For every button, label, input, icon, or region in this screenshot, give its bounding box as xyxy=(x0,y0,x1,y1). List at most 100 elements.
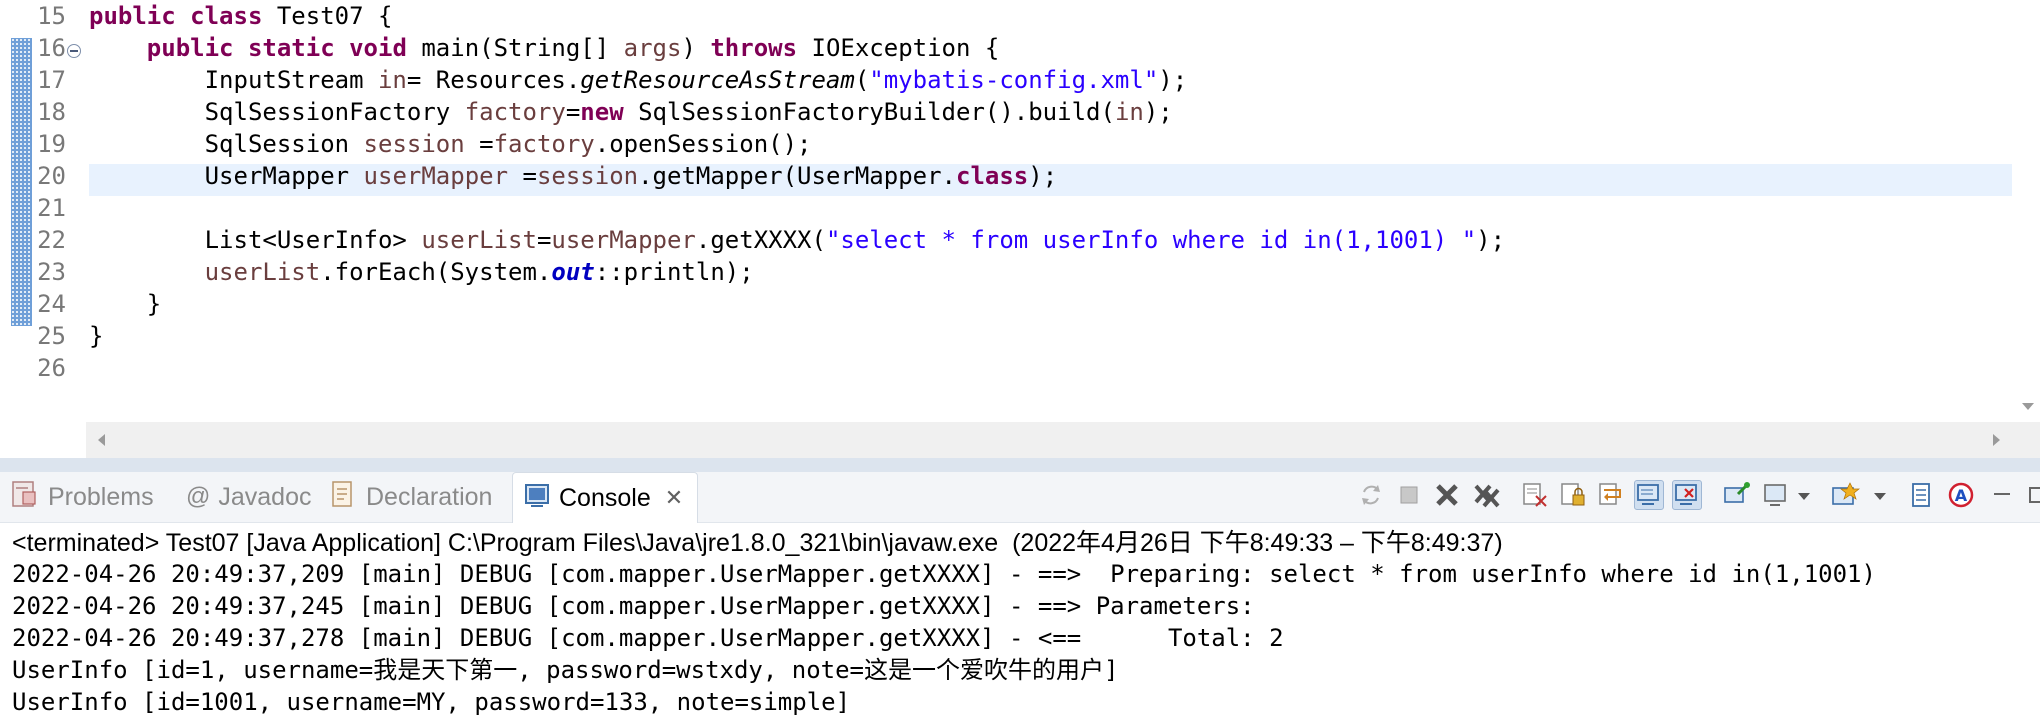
code-token: ( xyxy=(854,66,870,94)
display-console-icon[interactable] xyxy=(1762,480,1792,510)
horizontal-scrollbar[interactable] xyxy=(86,422,2014,458)
code-token: new xyxy=(580,98,624,126)
tab-javadoc-label: Javadoc xyxy=(218,482,312,511)
close-tab-icon[interactable]: ✕ xyxy=(665,485,683,511)
code-token: = xyxy=(565,98,581,126)
panel-tab-bar: Problems @ Javadoc Declaration Console ✕… xyxy=(0,472,2040,523)
show-on-stderr-icon[interactable] xyxy=(1672,480,1702,510)
panel-splitter[interactable] xyxy=(0,458,2040,472)
line-number: 22 xyxy=(37,226,66,254)
minimize-icon[interactable] xyxy=(1990,480,2014,510)
problems-icon xyxy=(10,479,40,516)
code-token: userMapper xyxy=(363,162,509,190)
scroll-right-arrow-icon[interactable] xyxy=(1993,434,2000,446)
code-token: static xyxy=(247,34,335,62)
scroll-lock-icon[interactable] xyxy=(1558,480,1588,510)
tab-declaration[interactable]: Declaration xyxy=(330,472,492,522)
open-console-icon[interactable] xyxy=(1830,480,1860,510)
line-number: 26 xyxy=(37,354,66,382)
tab-javadoc[interactable]: @ Javadoc xyxy=(186,472,312,522)
code-token: "select * from userInfo where id in(1,10… xyxy=(825,226,1477,254)
show-on-stdout-icon[interactable] xyxy=(1634,480,1664,510)
declaration-icon xyxy=(330,479,358,516)
code-line[interactable]: List<UserInfo> userList=userMapper.getXX… xyxy=(89,224,1505,256)
scrollbar-corner xyxy=(2014,422,2040,458)
code-token: class xyxy=(956,162,1029,190)
line-number: 23 xyxy=(37,258,66,286)
remove-launch-icon[interactable] xyxy=(1432,480,1462,510)
chevron-down-icon[interactable] xyxy=(1794,480,1814,510)
console-line: 2022-04-26 20:49:37,245 [main] DEBUG [co… xyxy=(12,592,1270,620)
code-token: factory xyxy=(493,130,595,158)
code-area[interactable]: public class Test07 { public static void… xyxy=(89,0,2012,422)
line-number: 20 xyxy=(37,162,66,190)
code-token: IOException { xyxy=(797,34,1000,62)
code-line[interactable]: public static void main(String[] args) t… xyxy=(89,32,1000,64)
code-line[interactable]: UserMapper userMapper =session.getMapper… xyxy=(89,160,1058,192)
bottom-panel: Problems @ Javadoc Declaration Console ✕… xyxy=(0,472,2040,728)
code-token: = xyxy=(536,226,552,254)
svg-text:A: A xyxy=(1955,486,1968,505)
code-token: ) xyxy=(681,34,711,62)
console-icon xyxy=(523,481,551,516)
code-line[interactable]: InputStream in= Resources.getResourceAsS… xyxy=(89,64,1188,96)
console-line: UserInfo [id=1001, username=MY, password… xyxy=(12,688,851,716)
code-token: factory xyxy=(464,98,566,126)
code-token: class xyxy=(190,2,263,30)
line-number: 17 xyxy=(37,66,66,94)
code-token: = xyxy=(508,162,537,190)
line-number: 25 xyxy=(37,322,66,350)
settings-icon[interactable]: A xyxy=(1946,480,1976,510)
word-wrap-icon[interactable] xyxy=(1596,480,1626,510)
code-line[interactable]: userList.forEach(System.out::println); xyxy=(89,256,754,288)
code-token: .getXXXX( xyxy=(695,226,826,254)
vertical-scrollbar[interactable] xyxy=(2014,0,2040,422)
line-number: 19 xyxy=(37,130,66,158)
code-token: InputStream xyxy=(89,66,378,94)
console-line: 2022-04-26 20:49:37,209 [main] DEBUG [co… xyxy=(12,560,1876,588)
code-token: void xyxy=(349,34,407,62)
code-line[interactable]: } xyxy=(89,320,103,352)
sync-icon[interactable] xyxy=(1356,480,1386,510)
tab-console[interactable]: Console ✕ xyxy=(512,472,699,523)
remove-all-terminated-icon[interactable] xyxy=(1472,480,1502,510)
code-line[interactable]: } xyxy=(89,288,161,320)
copy-icon[interactable] xyxy=(1908,480,1938,510)
code-token: args xyxy=(623,34,682,62)
code-token: in xyxy=(1114,98,1144,126)
tab-problems-label: Problems xyxy=(48,482,154,511)
javadoc-icon: @ xyxy=(186,483,211,510)
console-launch-header: <terminated> Test07 [Java Application] C… xyxy=(12,529,1503,557)
fold-collapse-icon[interactable] xyxy=(67,44,81,58)
code-token: throws xyxy=(710,34,798,62)
chevron-down-icon[interactable] xyxy=(1870,480,1890,510)
console-line: UserInfo [id=1, username=我是天下第一, passwor… xyxy=(12,656,1119,684)
tab-problems[interactable]: Problems xyxy=(10,472,154,522)
code-token: .openSession(); xyxy=(594,130,812,158)
code-token: } xyxy=(89,322,104,350)
code-token: SqlSessionFactory xyxy=(89,98,465,126)
clear-console-icon[interactable] xyxy=(1520,480,1550,510)
scroll-down-arrow-icon[interactable] xyxy=(2022,403,2034,410)
code-line[interactable]: public class Test07 { xyxy=(89,0,392,32)
line-number: 16 xyxy=(37,34,66,62)
code-token: SqlSessionFactoryBuilder().build( xyxy=(623,98,1115,126)
code-token: getResourceAsStream xyxy=(580,66,855,94)
code-editor[interactable]: 15 16 17 18 19 20 21 22 23 24 25 26 public class Te… xyxy=(0,0,2040,458)
code-token: "mybatis-config.xml" xyxy=(869,66,1159,94)
code-token: .getMapper(UserMapper. xyxy=(638,162,956,190)
terminate-icon[interactable] xyxy=(1394,480,1424,510)
maximize-icon[interactable] xyxy=(2026,480,2040,510)
code-token: public xyxy=(89,2,176,30)
code-token: in xyxy=(377,66,407,94)
pin-console-icon[interactable] xyxy=(1722,480,1752,510)
code-token: out xyxy=(551,258,595,286)
tab-console-label: Console xyxy=(559,483,651,512)
scroll-left-arrow-icon[interactable] xyxy=(98,434,105,446)
code-line[interactable]: SqlSessionFactory factory=new SqlSession… xyxy=(89,96,1173,128)
code-token: ); xyxy=(1476,226,1506,254)
line-number-gutter: 15 16 17 18 19 20 21 22 23 24 25 26 xyxy=(0,0,86,422)
code-line[interactable]: SqlSession session =factory.openSession(… xyxy=(89,128,812,160)
code-token: userMapper xyxy=(551,226,696,254)
